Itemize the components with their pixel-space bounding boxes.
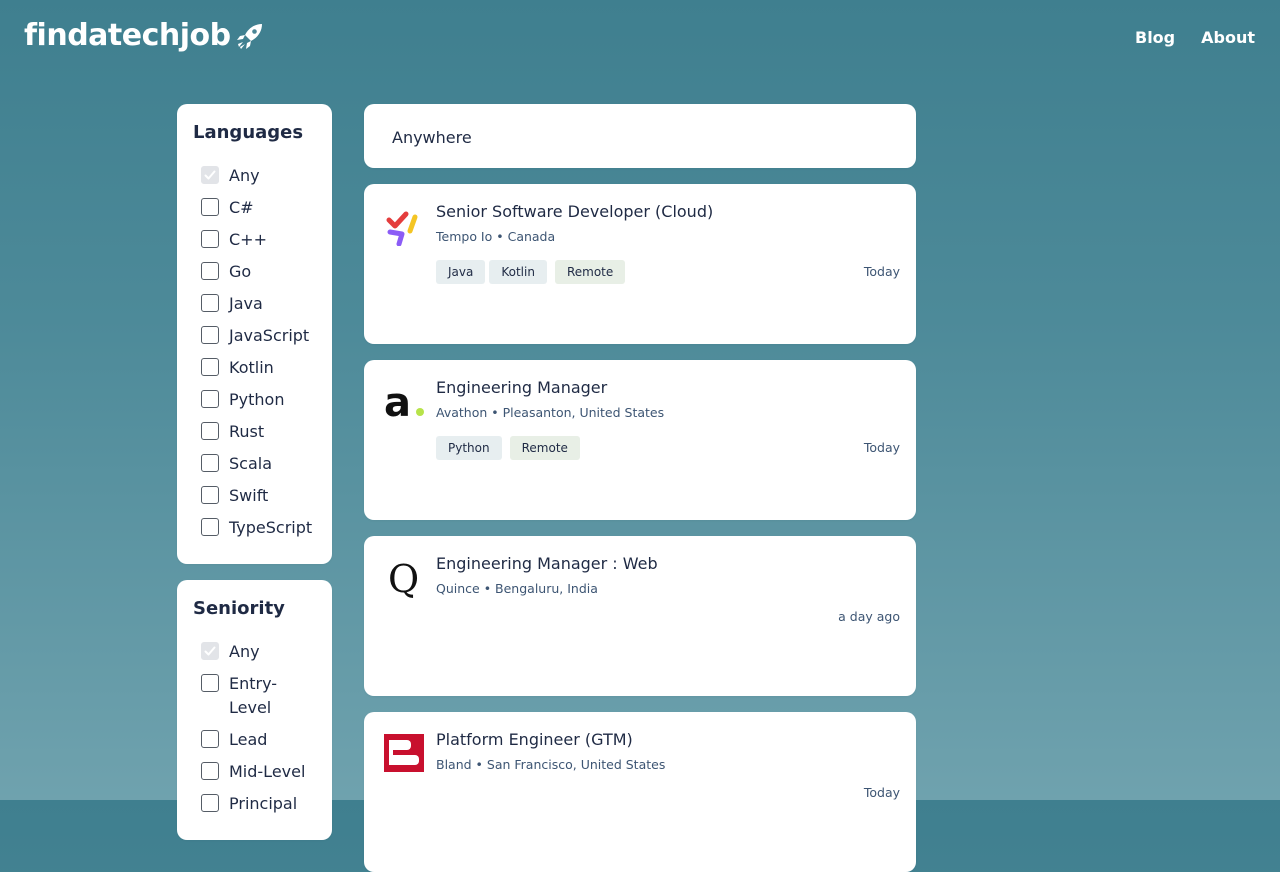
checkbox[interactable] — [201, 486, 219, 504]
checkbox-checked[interactable] — [201, 166, 219, 184]
filter-option-javascript[interactable]: JavaScript — [201, 324, 309, 348]
svg-text:Q: Q — [388, 557, 419, 598]
checkbox[interactable] — [201, 326, 219, 344]
job-company-location: Tempo Io • Canada — [436, 229, 556, 244]
seniority-filter-title: Seniority — [193, 598, 285, 619]
rocket-icon — [236, 23, 262, 49]
job-date: Today — [863, 264, 900, 279]
quince-logo: Q — [384, 556, 426, 601]
filter-option-label: TypeScript — [229, 518, 313, 537]
checkbox[interactable] — [201, 794, 219, 812]
checkbox[interactable] — [201, 454, 219, 472]
job-date: a day ago — [838, 609, 900, 624]
filter-option-label: Kotlin — [229, 358, 274, 377]
svg-text:a: a — [384, 380, 411, 422]
tempo-logo — [384, 204, 426, 247]
bland-logo — [384, 732, 426, 774]
job-company-location: Quince • Bengaluru, India — [436, 581, 598, 596]
tag-language: Kotlin — [489, 260, 547, 284]
filter-option-label: Swift — [229, 486, 269, 505]
tag-remote: Remote — [554, 260, 626, 284]
checkbox[interactable] — [201, 230, 219, 248]
filter-option-entry-level[interactable]: Entry-Level — [201, 672, 309, 720]
filter-option-label: JavaScript — [229, 326, 310, 345]
filter-option-c[interactable]: C# — [201, 196, 309, 220]
filter-option-label: Principal — [229, 794, 298, 813]
seniority-filter: Seniority Any Entry-Level Lead Mid-Level Pri… — [177, 580, 332, 840]
filter-option-lead[interactable]: Lead — [201, 728, 309, 752]
job-card[interactable]: Platform Engineer (GTM) Bland • San Fran… — [364, 712, 916, 872]
filter-option-principal[interactable]: Principal — [201, 792, 309, 816]
filter-option-mid-level[interactable]: Mid-Level — [201, 760, 309, 784]
job-date: Today — [863, 440, 900, 455]
tag-language: Python — [436, 436, 502, 460]
filter-option-label: C++ — [229, 230, 267, 249]
checkbox[interactable] — [201, 762, 219, 780]
filter-option-label: Lead — [229, 730, 268, 749]
top-nav: Blog About — [1135, 28, 1255, 47]
job-company-location: Bland • San Francisco, United States — [436, 757, 666, 772]
job-card[interactable]: a Engineering Manager Avathon • Pleasant… — [364, 360, 916, 520]
job-card[interactable]: Q Engineering Manager : Web Quince • Ben… — [364, 536, 916, 696]
filter-option-label: Any — [229, 166, 260, 185]
job-card[interactable]: Senior Software Developer (Cloud) Tempo … — [364, 184, 916, 344]
filter-option-typescript[interactable]: TypeScript — [201, 516, 313, 540]
nav-blog[interactable]: Blog — [1135, 28, 1175, 47]
nav-about[interactable]: About — [1201, 28, 1255, 47]
checkbox[interactable] — [201, 390, 219, 408]
job-title[interactable]: Platform Engineer (GTM) — [436, 730, 633, 749]
filter-option-any[interactable]: Any — [201, 164, 309, 188]
checkbox-checked[interactable] — [201, 642, 219, 660]
filter-option-go[interactable]: Go — [201, 260, 309, 284]
job-title[interactable]: Senior Software Developer (Cloud) — [436, 202, 713, 221]
checkbox[interactable] — [201, 422, 219, 440]
filter-option-label: Java — [229, 294, 263, 313]
site-header: findatechjob Blog About — [0, 0, 1280, 80]
filter-option-python[interactable]: Python — [201, 388, 309, 412]
filter-option-label: Go — [229, 262, 252, 281]
job-tags: Java Kotlin Remote — [436, 260, 626, 284]
filter-option-label: Scala — [229, 454, 273, 473]
filter-option-scala[interactable]: Scala — [201, 452, 309, 476]
languages-filter: Languages Any C# C++ Go Java JavaScript Kotlin… — [177, 104, 332, 564]
filter-option-kotlin[interactable]: Kotlin — [201, 356, 309, 380]
tag-remote: Remote — [509, 436, 580, 460]
checkbox[interactable] — [201, 730, 219, 748]
tag-language: Java — [436, 260, 486, 284]
checkbox[interactable] — [201, 518, 219, 536]
filter-option-rust[interactable]: Rust — [201, 420, 309, 444]
filter-option-label: Python — [229, 390, 285, 409]
logo-text: findatechjob — [24, 18, 231, 53]
job-date: Today — [863, 785, 900, 800]
filter-option-label: Any — [229, 642, 260, 661]
location-input[interactable] — [380, 120, 894, 154]
filter-option-label: Rust — [229, 422, 265, 441]
filter-option-java[interactable]: Java — [201, 292, 309, 316]
job-title[interactable]: Engineering Manager : Web — [436, 554, 658, 573]
filter-option-any[interactable]: Any — [201, 640, 309, 664]
filter-option-label: Mid-Level — [229, 762, 306, 781]
location-search — [364, 104, 916, 168]
filter-option-label: C# — [229, 198, 254, 217]
filter-option-c[interactable]: C++ — [201, 228, 309, 252]
filter-option-swift[interactable]: Swift — [201, 484, 309, 508]
site-logo[interactable]: findatechjob — [24, 18, 265, 53]
languages-filter-title: Languages — [193, 122, 304, 143]
checkbox[interactable] — [201, 358, 219, 376]
checkbox[interactable] — [201, 198, 219, 216]
filter-option-label: Entry-Level — [229, 674, 278, 717]
checkbox[interactable] — [201, 262, 219, 280]
checkbox[interactable] — [201, 674, 219, 692]
job-company-location: Avathon • Pleasanton, United States — [436, 405, 665, 420]
job-tags: Python Remote — [436, 436, 580, 460]
job-title[interactable]: Engineering Manager — [436, 378, 607, 397]
checkbox[interactable] — [201, 294, 219, 312]
avathon-logo: a — [384, 380, 426, 426]
